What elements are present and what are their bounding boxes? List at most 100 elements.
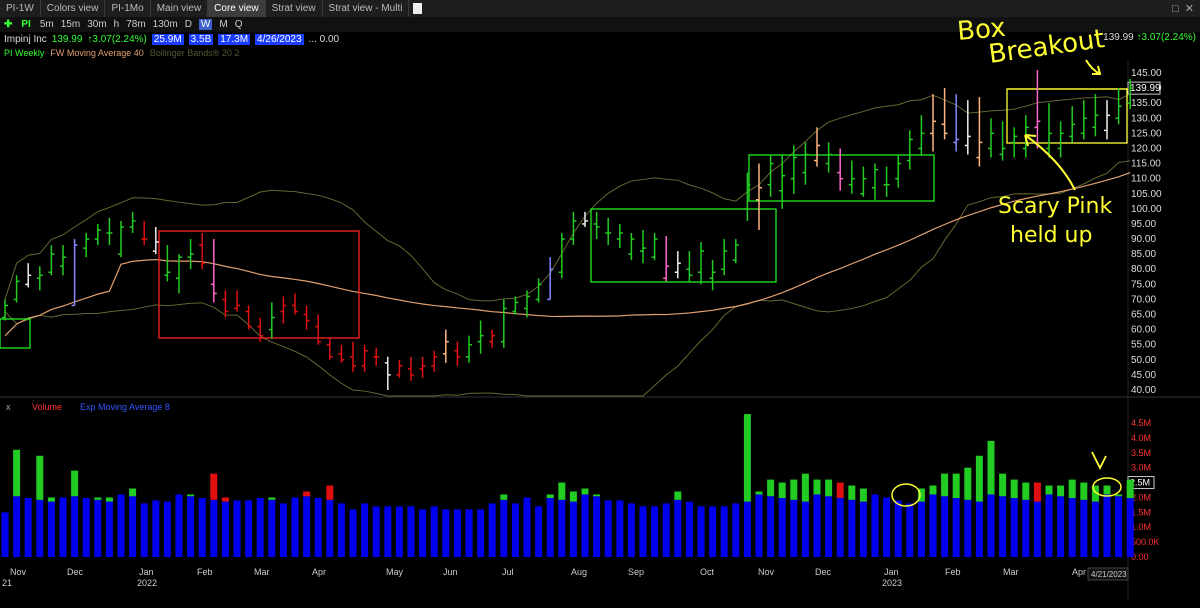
- x-axis-label: Feb: [945, 567, 961, 577]
- volume-bar-excess: [813, 479, 821, 495]
- volume-bar: [1126, 498, 1134, 557]
- volume-bar: [407, 506, 415, 557]
- x-axis-label: Apr: [312, 567, 326, 577]
- volume-tick-label: 1.0M: [1131, 522, 1151, 532]
- price-volume-chart[interactable]: 145.00140.00135.00130.00125.00120.00115.…: [0, 0, 1200, 608]
- volume-tick-label: 4.0M: [1131, 433, 1151, 443]
- x-axis-label: Mar: [1003, 567, 1019, 577]
- volume-bar: [825, 496, 833, 557]
- volume-bar-excess: [941, 473, 949, 497]
- volume-bar: [419, 509, 427, 557]
- volume-bar: [999, 496, 1007, 557]
- volume-bar: [59, 497, 67, 557]
- price-tick-label: 60.00: [1131, 325, 1156, 336]
- volume-bar: [233, 500, 241, 557]
- volume-bar-excess: [755, 491, 763, 495]
- volume-bar-excess: [767, 479, 775, 497]
- volume-bar-excess: [593, 494, 601, 497]
- volume-bar-excess: [952, 473, 960, 499]
- volume-bar: [71, 496, 79, 557]
- volume-bar-excess: [581, 488, 589, 495]
- bollinger-lower: [4, 160, 1131, 397]
- x-axis-label: Jun: [443, 567, 458, 577]
- annotation-scary-pink: Scary Pink: [998, 194, 1112, 219]
- volume-bar: [535, 506, 543, 557]
- volume-bar: [894, 500, 902, 557]
- volume-bar-excess: [546, 494, 554, 499]
- x-axis-year: 21: [2, 578, 12, 588]
- volume-bar: [1115, 496, 1123, 557]
- price-tick-label: 115.00: [1131, 159, 1161, 170]
- volume-bar-excess: [987, 440, 995, 495]
- volume-bar-excess: [743, 414, 751, 502]
- volume-bar: [442, 509, 450, 557]
- annotation-volume-arrow: [1091, 451, 1107, 471]
- volume-bar-excess: [790, 479, 798, 500]
- volume-bar-excess: [326, 485, 334, 500]
- volume-bar-excess: [999, 473, 1007, 497]
- volume-bar: [685, 501, 693, 557]
- volume-bar: [569, 501, 577, 557]
- volume-bar-excess: [1033, 482, 1041, 502]
- volume-bar: [326, 499, 334, 557]
- volume-bar: [140, 503, 148, 557]
- volume-bar-excess: [825, 479, 833, 497]
- consolidation-box-red: [158, 230, 360, 339]
- volume-bar: [477, 509, 485, 557]
- volume-bar: [1022, 499, 1030, 557]
- volume-bar: [361, 503, 369, 557]
- moving-average-40: [4, 171, 1131, 337]
- volume-bar: [1091, 501, 1099, 557]
- volume-bar: [152, 500, 160, 557]
- volume-bar: [883, 497, 891, 557]
- x-axis-year: 2023: [882, 578, 902, 588]
- volume-bar-excess: [71, 470, 79, 497]
- price-tick-label: 85.00: [1131, 249, 1156, 260]
- x-axis-label: Nov: [758, 567, 775, 577]
- price-tick-label: 100.00: [1131, 204, 1162, 215]
- price-tick-label: 130.00: [1131, 113, 1162, 124]
- volume-bar-excess: [929, 485, 937, 495]
- volume-bar: [1, 512, 9, 557]
- annotation-held-up: held up: [1010, 223, 1092, 248]
- volume-tick-label: 500.0K: [1131, 537, 1160, 547]
- volume-bar: [732, 503, 740, 557]
- volume-bar: [82, 498, 90, 557]
- volume-bar-excess: [36, 455, 44, 500]
- price-tick-label: 75.00: [1131, 279, 1156, 290]
- volume-bar: [221, 501, 229, 557]
- volume-bar-excess: [1103, 485, 1111, 495]
- volume-bar-excess: [221, 497, 229, 502]
- legend-ema8: Exp Moving Average 8: [80, 402, 170, 412]
- x-axis-label: Nov: [10, 567, 27, 577]
- volume-bar: [1080, 499, 1088, 557]
- x-axis-label: Feb: [197, 567, 213, 577]
- volume-bar: [175, 494, 183, 557]
- volume-bar-excess: [105, 497, 113, 502]
- x-axis-label: Dec: [67, 567, 84, 577]
- volume-bar-excess: [836, 482, 844, 499]
- volume-bar: [372, 506, 380, 557]
- volume-bar: [1010, 498, 1018, 557]
- volume-bar: [268, 499, 276, 557]
- volume-bar-excess: [47, 497, 55, 502]
- volume-bar: [24, 498, 32, 557]
- volume-bar-excess: [1126, 479, 1134, 499]
- volume-tick-label: 1.5M: [1131, 507, 1151, 517]
- volume-bar: [337, 503, 345, 557]
- price-tick-label: 95.00: [1131, 219, 1156, 230]
- volume-bar: [801, 501, 809, 557]
- volume-bar-excess: [859, 488, 867, 502]
- volume-bar-excess: [1080, 482, 1088, 500]
- x-axis-label: Oct: [700, 567, 715, 577]
- legend-volume: Volume: [32, 402, 62, 412]
- price-tick-label: 105.00: [1131, 189, 1162, 200]
- x-axis-label: Aug: [571, 567, 587, 577]
- volume-bar: [163, 501, 171, 557]
- price-tick-label: 55.00: [1131, 340, 1156, 351]
- volume-bar: [546, 498, 554, 557]
- x-axis-label: May: [386, 567, 404, 577]
- volume-bar: [245, 500, 253, 557]
- volume-bar: [349, 509, 357, 557]
- volume-bar: [117, 494, 125, 557]
